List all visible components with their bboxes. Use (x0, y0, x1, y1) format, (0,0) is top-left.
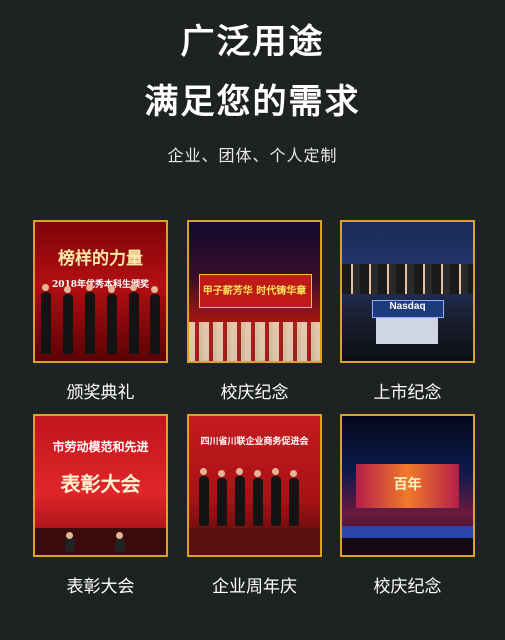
photo-banner-text: 四川省川联企业商务促进会 (200, 437, 309, 447)
photo-banner-text: 百年 (393, 477, 422, 493)
use-case-card-company[interactable]: 四川省川联企业商务促进会 企业周年庆 (187, 414, 322, 597)
card-caption: 表彰大会 (66, 577, 135, 597)
card-caption: 校庆纪念 (373, 577, 442, 597)
award-ceremony-photo: 榜样的力量 2018年优秀本科生颁奖 (33, 220, 168, 363)
school-anniversary-photo: 甲子薪芳华 时代铸华章 (187, 220, 322, 363)
nasdaq-logo-text: Nasdaq (389, 301, 426, 312)
photo-banner-text-2: 2018年优秀本科生颁奖 (51, 280, 150, 290)
photo-banner-text-2: 表彰大会 (60, 472, 141, 496)
use-case-card-award[interactable]: 榜样的力量 2018年优秀本科生颁奖 颁奖典礼 (33, 220, 168, 403)
use-case-card-anniversary-night[interactable]: 百年 校庆纪念 (340, 414, 475, 597)
page-subtitle: 企业、团体、个人定制 (167, 146, 338, 165)
photo-banner-text: 榜样的力量 (58, 249, 143, 269)
card-caption: 企业周年庆 (212, 577, 297, 597)
page-title: 广泛用途 (180, 22, 325, 62)
photo-banner-text: 市劳动模范和先进 (52, 440, 149, 454)
school-anniversary-night-photo: 百年 (340, 414, 475, 557)
use-case-card-anniversary[interactable]: 甲子薪芳华 时代铸华章 校庆纪念 (187, 220, 322, 403)
use-case-grid: 榜样的力量 2018年优秀本科生颁奖 颁奖典礼 甲子薪芳华 时代铸华章 校庆纪念… (33, 220, 477, 620)
photo-banner-text: 甲子薪芳华 时代铸华章 (202, 286, 307, 297)
company-anniversary-photo: 四川省川联企业商务促进会 (187, 414, 322, 557)
use-case-card-listing[interactable]: Nasdaq 上市纪念 (340, 220, 475, 403)
card-caption: 校庆纪念 (220, 383, 289, 403)
card-caption: 上市纪念 (373, 383, 442, 403)
listing-ceremony-photo: Nasdaq (340, 220, 475, 363)
page-title-line2: 满足您的需求 (144, 82, 361, 122)
use-case-card-commendation[interactable]: 市劳动模范和先进 表彰大会 表彰大会 (33, 414, 168, 597)
commendation-meeting-photo: 市劳动模范和先进 表彰大会 (33, 414, 168, 557)
card-caption: 颁奖典礼 (66, 383, 135, 403)
